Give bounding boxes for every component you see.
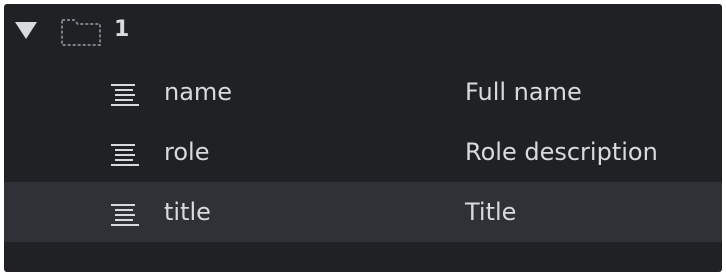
folder-icon [61,19,101,46]
field-name-label: role [164,138,210,166]
field-name-label: title [164,198,211,226]
field-value-label: Full name [465,78,582,106]
field-value-label: Role description [465,138,658,166]
tree-root-row[interactable]: 1 [4,4,722,56]
expand-collapse-icon[interactable] [15,22,37,39]
text-lines-icon [111,144,139,166]
tree-field-row-role[interactable]: role Role description [4,122,722,182]
tree-root-label: 1 [114,17,130,42]
tree-panel: 1 name Full name role Role description t… [4,4,722,272]
tree-field-row-title[interactable]: title Title [4,182,722,242]
field-name-label: name [164,78,233,106]
tree-field-row-name[interactable]: name Full name [4,62,722,122]
text-lines-icon [111,204,139,226]
text-lines-icon [111,84,139,106]
field-value-label: Title [465,198,517,226]
